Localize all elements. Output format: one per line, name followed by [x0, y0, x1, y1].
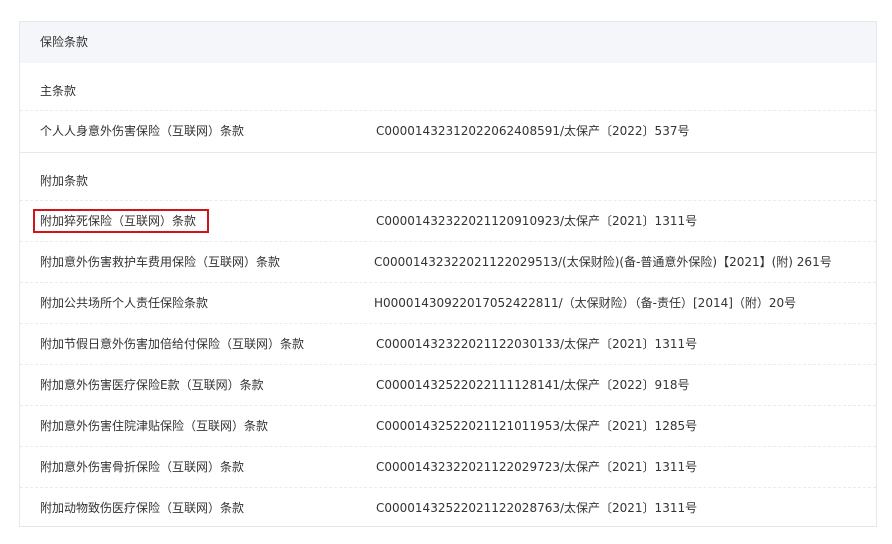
clause-name[interactable]: 附加动物致伤医疗保险（互联网）条款 — [40, 488, 244, 528]
clause-name[interactable]: 附加猝死保险（互联网）条款 — [40, 201, 196, 241]
clause-name[interactable]: 附加意外伤害住院津贴保险（互联网）条款 — [40, 406, 268, 446]
clause-row[interactable]: 附加意外伤害救护车费用保险（互联网）条款 C000014323220211220… — [20, 242, 876, 283]
clause-row[interactable]: 附加公共场所个人责任保险条款 H00001430922017052422811/… — [20, 283, 876, 324]
clause-code: C00001432312022062408591/太保产〔2022〕537号 — [376, 124, 690, 138]
insurance-clauses-panel: 保险条款 主条款 个人人身意外伤害保险（互联网）条款 C000014323120… — [19, 21, 877, 527]
rider-clause-section: 附加条款 附加猝死保险（互联网）条款 C00001432322021120910… — [20, 152, 876, 529]
clause-code: C00001432522022111128141/太保产〔2022〕918号 — [376, 378, 690, 392]
clause-name[interactable]: 附加节假日意外伤害加倍给付保险（互联网）条款 — [40, 324, 304, 364]
clause-row[interactable]: 附加意外伤害住院津贴保险（互联网）条款 C0000143252202112101… — [20, 406, 876, 447]
clause-name[interactable]: 附加意外伤害医疗保险E款（互联网）条款 — [40, 365, 264, 405]
panel-title: 保险条款 — [20, 22, 876, 63]
clause-name[interactable]: 附加意外伤害救护车费用保险（互联网）条款 — [40, 242, 280, 282]
main-clause-title: 主条款 — [20, 63, 876, 111]
clause-code: H00001430922017052422811/（太保财险）（备-责任）[20… — [374, 296, 797, 310]
clause-name[interactable]: 个人人身意外伤害保险（互联网）条款 — [40, 111, 244, 151]
clause-code: C00001432322021122030133/太保产〔2021〕1311号 — [376, 337, 698, 351]
rider-clause-title: 附加条款 — [20, 153, 876, 201]
clause-code: C00001432522021122028763/太保产〔2021〕1311号 — [376, 501, 698, 515]
main-clause-section: 主条款 个人人身意外伤害保险（互联网）条款 C00001432312022062… — [20, 63, 876, 152]
clause-row[interactable]: 附加意外伤害骨折保险（互联网）条款 C000014323220211220297… — [20, 447, 876, 488]
clause-code: C00001432522021121011953/太保产〔2021〕1285号 — [376, 419, 698, 433]
clause-row-highlighted[interactable]: 附加猝死保险（互联网）条款 C00001432322021120910923/太… — [20, 201, 876, 242]
clause-code: C00001432322021122029513/(太保财险)(备-普通意外保险… — [374, 255, 832, 269]
clause-name[interactable]: 附加公共场所个人责任保险条款 — [40, 283, 208, 323]
clause-code: C00001432322021120910923/太保产〔2021〕1311号 — [376, 214, 698, 228]
clause-row[interactable]: 附加节假日意外伤害加倍给付保险（互联网）条款 C0000143232202112… — [20, 324, 876, 365]
clause-code: C00001432322021122029723/太保产〔2021〕1311号 — [376, 460, 698, 474]
clause-row[interactable]: 附加动物致伤医疗保险（互联网）条款 C000014325220211220287… — [20, 488, 876, 529]
clause-name[interactable]: 附加意外伤害骨折保险（互联网）条款 — [40, 447, 244, 487]
clause-row[interactable]: 个人人身意外伤害保险（互联网）条款 C000014323120220624085… — [20, 111, 876, 152]
clause-row[interactable]: 附加意外伤害医疗保险E款（互联网）条款 C0000143252202211112… — [20, 365, 876, 406]
